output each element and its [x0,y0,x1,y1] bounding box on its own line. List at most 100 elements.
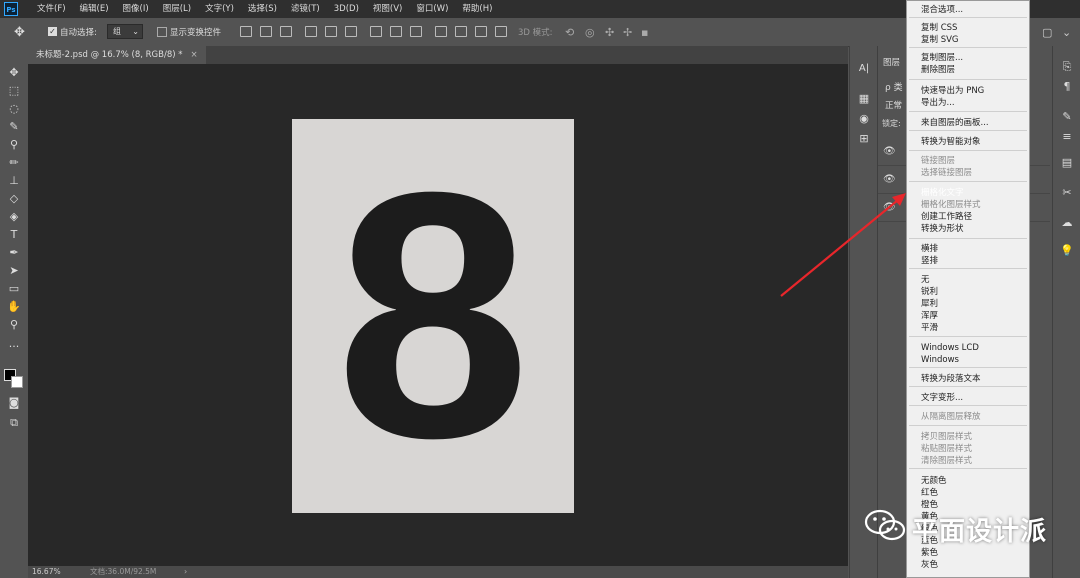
context-menu-item[interactable]: 竖排 [921,255,938,267]
auto-select-checkbox[interactable]: ✓ [48,27,57,36]
menu-image[interactable]: 图像(I) [116,0,156,18]
brush-tool-icon[interactable]: ✏ [5,156,23,170]
eye-icon[interactable]: 👁 [883,202,896,213]
3d-roll-icon[interactable]: ◎ [585,26,595,39]
type-tool-icon[interactable]: T [5,228,23,242]
context-menu-item[interactable]: 来自图层的画板... [921,117,989,129]
paragraph-icon[interactable]: ¶ [1059,80,1075,94]
menu-filter[interactable]: 滤镜(T) [284,0,327,18]
context-menu-item[interactable]: 转换为智能对象 [921,136,981,148]
menu-select[interactable]: 选择(S) [241,0,284,18]
screen-mode-icon[interactable]: ⧉ [5,416,23,430]
context-menu-item[interactable]: Windows LCD [921,342,979,354]
menu-layer[interactable]: 图层(L) [156,0,198,18]
distribute-top-icon[interactable] [370,26,382,37]
channels-icon[interactable]: ⊞ [856,132,872,146]
eye-icon[interactable]: 👁 [883,174,896,185]
context-menu-item[interactable]: 混合选项... [921,4,963,16]
eraser-tool-icon[interactable]: ◇ [5,192,23,206]
context-menu-item[interactable]: 灰色 [921,559,938,571]
eye-icon[interactable]: 👁 [883,146,896,157]
zoom-level[interactable]: 16.67% [32,566,61,578]
paint-bucket-tool-icon[interactable]: ◈ [5,210,23,224]
layer-filter-search[interactable]: ρ 类 [885,80,903,93]
context-menu-item[interactable]: 横排 [921,243,938,255]
context-menu-item[interactable]: Windows [921,354,959,366]
pen-tool-icon[interactable]: ✒ [5,246,23,260]
rectangle-tool-icon[interactable]: ▭ [5,282,23,296]
context-menu-item[interactable]: 栅格化文字 [921,187,964,199]
context-menu-item[interactable]: 紫色 [921,547,938,559]
navigator-icon[interactable]: ▤ [1059,156,1075,170]
context-menu-item[interactable]: 导出为... [921,97,955,109]
align-bottom-icon[interactable] [280,26,292,37]
path-select-tool-icon[interactable]: ➤ [5,264,23,278]
adjustments-icon[interactable]: ▦ [856,92,872,106]
auto-align-icon[interactable] [495,26,507,37]
align-left-icon[interactable] [305,26,317,37]
3d-scale-icon[interactable]: ▪ [641,26,648,39]
menu-help[interactable]: 帮助(H) [455,0,499,18]
align-top-icon[interactable] [240,26,252,37]
distribute-left-icon[interactable] [435,26,447,37]
show-transform-checkbox[interactable] [157,27,167,37]
context-menu-item[interactable]: 橙色 [921,499,938,511]
align-vcenter-icon[interactable] [260,26,272,37]
3d-slide-icon[interactable]: ✢ [623,26,632,39]
context-menu-item[interactable]: 复制 CSS [921,22,957,34]
styles-icon[interactable]: ◉ [856,112,872,126]
menu-edit[interactable]: 编辑(E) [73,0,116,18]
history-icon[interactable]: ⎘ [1059,60,1075,74]
auto-select-target-dropdown[interactable]: 组 ⌄ [107,24,143,39]
more-tools-icon[interactable]: ··· [5,340,23,354]
distribute-bottom-icon[interactable] [410,26,422,37]
menu-type[interactable]: 文字(Y) [198,0,241,18]
document-tab[interactable]: 未标题-2.psd @ 16.7% (8, RGB/8) * × [28,46,206,64]
context-menu-item[interactable]: 创建工作路径 [921,211,972,223]
move-tool-icon[interactable]: ✥ [14,25,25,40]
eyedropper-tool-icon[interactable]: ⚲ [5,138,23,152]
context-menu-item[interactable]: 复制图层... [921,52,963,64]
context-menu-item[interactable]: 快速导出为 PNG [921,85,984,97]
align-right-icon[interactable] [345,26,357,37]
context-menu-item[interactable]: 转换为段落文本 [921,373,981,385]
menu-window[interactable]: 窗口(W) [409,0,455,18]
workspace-dropdown-icon[interactable]: ⌄ [1062,26,1071,39]
layers-tab[interactable]: 图层 [883,56,900,68]
quick-mask-icon[interactable]: ◙ [5,396,23,410]
learn-icon[interactable]: 💡 [1059,244,1075,258]
stamp-tool-icon[interactable]: ⊥ [5,174,23,188]
marquee-tool-icon[interactable]: ⬚ [5,84,23,98]
context-menu-item[interactable]: 浑厚 [921,310,938,322]
menu-3d[interactable]: 3D(D) [327,0,366,18]
context-menu-item[interactable]: 无 [921,274,930,286]
context-menu-item[interactable]: 复制 SVG [921,34,959,46]
tools-presets-icon[interactable]: ✂ [1059,186,1075,200]
menu-view[interactable]: 视图(V) [366,0,409,18]
context-menu-item[interactable]: 犀利 [921,298,938,310]
distribute-hcenter-icon[interactable] [455,26,467,37]
move-tool-icon[interactable]: ✥ [5,66,23,80]
context-menu-item[interactable]: 文字变形... [921,392,963,404]
zoom-tool-icon[interactable]: ⚲ [5,318,23,332]
properties-icon[interactable]: ≡ [1059,130,1075,144]
distribute-vcenter-icon[interactable] [390,26,402,37]
quick-select-tool-icon[interactable]: ✎ [5,120,23,134]
context-menu-item[interactable]: 红色 [921,487,938,499]
blend-mode-dropdown[interactable]: 正常 [885,99,902,111]
brush-settings-icon[interactable]: ✎ [1059,110,1075,124]
context-menu-item[interactable]: 锐利 [921,286,938,298]
context-menu-item[interactable]: 无颜色 [921,475,947,487]
libraries-icon[interactable]: ☁ [1059,216,1075,230]
close-icon[interactable]: × [191,50,198,60]
context-menu-item[interactable]: 转换为形状 [921,223,964,235]
distribute-right-icon[interactable] [475,26,487,37]
workspace-icon[interactable]: ▢ [1042,26,1052,39]
status-menu-arrow-icon[interactable]: › [184,566,187,578]
background-color-swatch[interactable] [11,376,23,388]
hand-tool-icon[interactable]: ✋ [5,300,23,314]
character-panel-icon[interactable]: A| [856,62,872,76]
context-menu-item[interactable]: 平滑 [921,322,938,334]
menu-file[interactable]: 文件(F) [30,0,73,18]
context-menu-item[interactable]: 删除图层 [921,64,955,76]
